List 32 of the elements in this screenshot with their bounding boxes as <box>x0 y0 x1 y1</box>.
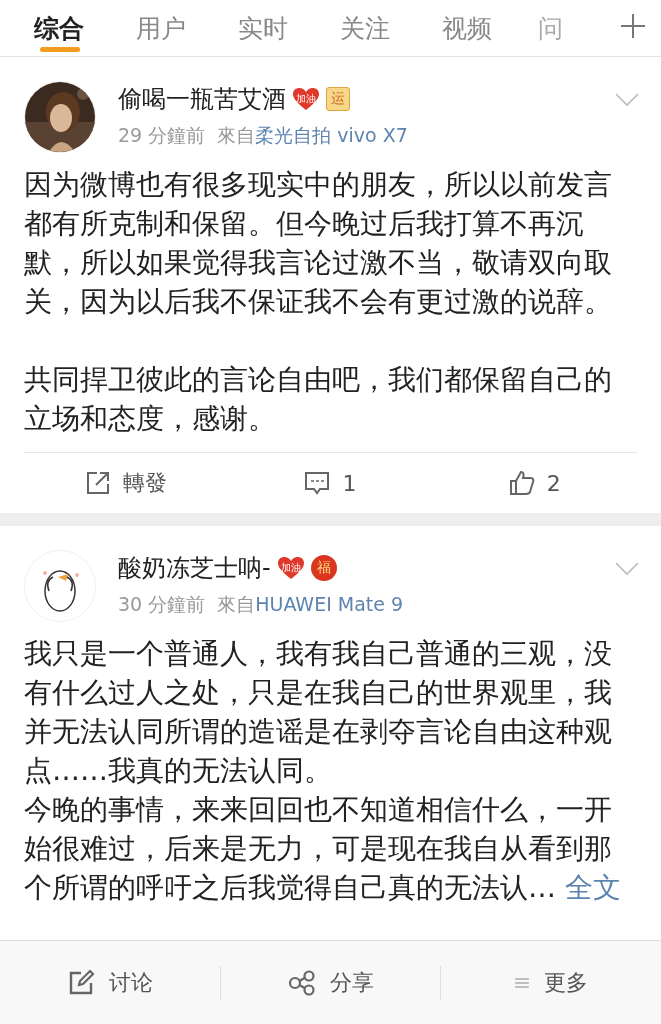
user-name[interactable]: 偷喝一瓶苦艾酒 <box>118 83 286 115</box>
plus-icon[interactable] <box>619 12 647 40</box>
tab[interactable]: 视频 <box>416 0 518 56</box>
share-icon <box>287 969 316 997</box>
repost-label[interactable]: 轉發 <box>123 468 168 498</box>
heart-badge: 加油 <box>292 87 320 111</box>
tab[interactable]: 实时 <box>212 0 314 56</box>
source-label: 來自 柔光自拍 vivo X7 <box>217 123 408 148</box>
toolbar-button[interactable]: 更多 <box>441 941 661 1024</box>
post-text: 我只是一个普通人，我有我自己普通的三观，没有什么过人之处，只是在我自己的世界观里，我并无法认同所谓的造谣是在剥夺言论自由这种观点……我真的无法认同。 <box>24 636 613 789</box>
heart-badge: 加油 <box>276 556 305 580</box>
like-count[interactable]: 2 <box>546 470 561 496</box>
post-text: 今晚的事情，来来回回也不知道相信什么，一开始很难过，后来是无力，可是现在我自从看到那个所谓的呼吁之后我觉得自己真的无法认… 全文 <box>24 792 622 906</box>
user-name[interactable]: 酸奶冻芝士呐- <box>118 552 271 584</box>
full-text-link[interactable]: 全文 <box>564 871 621 904</box>
post-time: 29 分鐘前 <box>118 123 206 148</box>
badge: 运 <box>326 87 350 111</box>
tab[interactable]: 关注 <box>314 0 416 56</box>
comment-count[interactable]: 1 <box>342 470 357 496</box>
post-text: 因为微博也有很多现实中的朋友，所以以前发言都有所克制和保留。但今晚过后我打算不再沉默，所以如果觉得我言论过激不当，敬请双向取关，因为以后我不保证我不会有更过激的说辞。 <box>24 167 613 320</box>
tab[interactable]: 综合 <box>8 0 110 56</box>
post-time: 30 分鐘前 <box>118 592 206 617</box>
post-text: 共同捍卫彼此的言论自由吧，我们都保留自己的立场和态度，感谢。 <box>24 362 613 437</box>
badge: 福 <box>310 555 337 581</box>
thumbs-up-icon[interactable] <box>508 470 535 496</box>
toolbar-button[interactable]: 讨论 <box>0 941 220 1024</box>
menu-icon <box>514 975 531 991</box>
repost-icon[interactable] <box>85 470 112 496</box>
tab[interactable]: 用户 <box>110 0 212 56</box>
comment-icon[interactable] <box>304 470 331 496</box>
toolbar-button[interactable]: 分享 <box>220 941 441 1024</box>
source-label: 來自 HUAWEI Mate 9 <box>217 592 404 617</box>
